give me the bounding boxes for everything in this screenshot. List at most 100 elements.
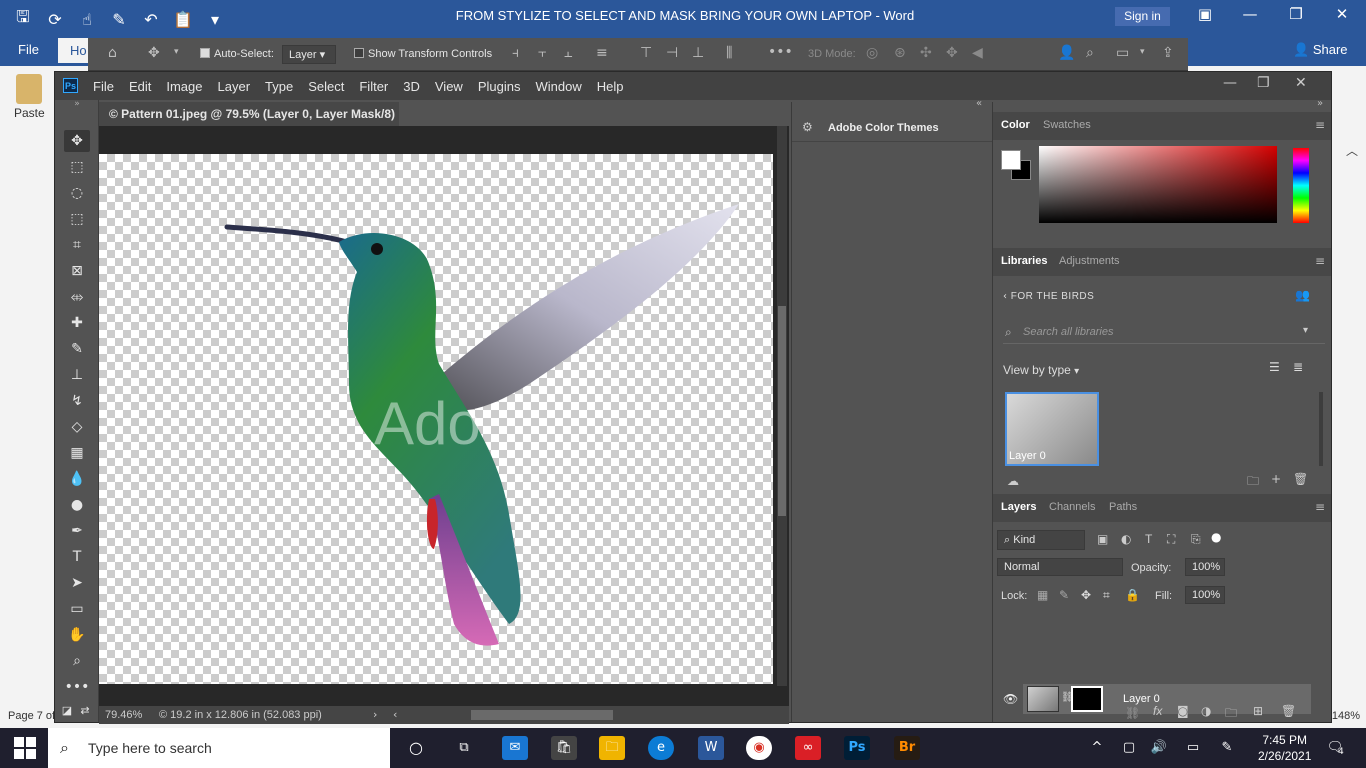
menu-image[interactable]: Image — [166, 79, 202, 94]
list-view-icon[interactable]: ≣ — [1293, 360, 1303, 374]
autosave-icon[interactable]: ⟳ — [44, 10, 66, 29]
paste-icon[interactable] — [16, 74, 42, 104]
align-left-icon[interactable]: ⫞ — [512, 45, 519, 61]
word-icon[interactable]: W — [698, 736, 724, 760]
hue-slider[interactable] — [1293, 148, 1309, 223]
dodge-tool-icon[interactable]: ● — [64, 494, 90, 516]
sign-in-button[interactable]: Sign in — [1115, 7, 1170, 26]
file-tab[interactable]: File — [18, 42, 39, 57]
taskbar-search-box[interactable]: ⌕ Type here to search — [48, 728, 390, 768]
taskbar-clock[interactable]: 7:45 PM 2/26/2021 — [1258, 732, 1311, 764]
canvas[interactable]: Ado — [99, 154, 773, 684]
creative-cloud-icon[interactable]: ∞ — [795, 736, 821, 760]
notifications-icon[interactable]: 🗨 4 — [1322, 736, 1348, 760]
auto-select-checkbox[interactable]: Auto-Select: — [200, 48, 274, 60]
color-panel-menu-icon[interactable]: ≡ — [1315, 118, 1325, 132]
align-center-icon[interactable]: ⫟ — [538, 45, 546, 61]
lock-artboard-icon[interactable]: ⌗ — [1103, 588, 1110, 603]
cloud-sync-icon[interactable]: ☁ — [1007, 474, 1019, 488]
show-transform-check[interactable] — [354, 48, 364, 58]
move-tool-icon[interactable]: ✥ — [64, 130, 90, 152]
close-icon[interactable]: ✕ — [1330, 5, 1354, 23]
lock-transparent-icon[interactable]: ▦ — [1037, 588, 1048, 602]
move-tool-icon[interactable]: ✥ — [148, 45, 160, 61]
view-by-type-dropdown[interactable]: View by type ▾ — [1003, 363, 1079, 377]
collapse-panels-icon[interactable]: « — [976, 98, 982, 109]
menu-view[interactable]: View — [435, 79, 463, 94]
photoshop-taskbar-icon[interactable]: Ps — [844, 736, 870, 760]
tab-color[interactable]: Color — [1001, 119, 1030, 131]
account-icon[interactable]: 👤 — [1058, 45, 1075, 61]
edit-toolbar-icon[interactable]: ••• — [64, 676, 90, 698]
lock-position-icon[interactable]: ✥ — [1081, 588, 1091, 602]
healing-brush-tool-icon[interactable]: ✚ — [64, 312, 90, 334]
volume-icon[interactable]: 🔊 — [1146, 736, 1172, 760]
libraries-panel-menu-icon[interactable]: ≡ — [1315, 254, 1325, 268]
object-select-tool-icon[interactable]: ⬚ — [64, 208, 90, 230]
customize-qat-icon[interactable]: ▾ — [204, 10, 226, 29]
pen-tool-icon[interactable]: ✒ — [64, 520, 90, 542]
swap-colors-icon[interactable]: ⇄ — [77, 700, 93, 722]
library-search-chevron-icon[interactable]: ▾ — [1303, 325, 1308, 336]
layers-panel-menu-icon[interactable]: ≡ — [1315, 500, 1325, 514]
menu-select[interactable]: Select — [308, 79, 344, 94]
edit-icon[interactable]: ✎ — [108, 10, 130, 29]
show-transform-checkbox[interactable]: Show Transform Controls — [354, 48, 492, 60]
minimize-icon[interactable]: — — [1238, 5, 1262, 23]
store-icon[interactable]: 🛍 — [551, 736, 577, 760]
task-view-icon[interactable]: ⧉ — [451, 736, 477, 760]
library-scrollbar[interactable] — [1319, 392, 1323, 466]
clone-stamp-tool-icon[interactable]: ⊥ — [64, 364, 90, 386]
chrome-icon[interactable]: ◉ — [746, 736, 772, 760]
path-selection-tool-icon[interactable]: ➤ — [64, 572, 90, 594]
tool-preset-chevron-icon[interactable]: ▾ — [174, 47, 179, 57]
lock-all-icon[interactable]: 🔒 — [1125, 588, 1140, 602]
blend-mode-dropdown[interactable]: Normal — [997, 558, 1123, 576]
collapse-ribbon-icon[interactable]: ︿ — [1346, 142, 1358, 159]
delete-layer-icon[interactable]: 🗑 — [1281, 704, 1296, 718]
workspace-icon[interactable]: ▭ — [1116, 45, 1129, 61]
blur-tool-icon[interactable]: 💧 — [64, 468, 90, 490]
hand-tool-icon[interactable]: ✋ — [64, 624, 90, 646]
layer-mask-thumbnail[interactable] — [1071, 686, 1103, 712]
layer-row-layer-0[interactable]: ⛓ Layer 0 — [1023, 684, 1311, 714]
file-explorer-icon[interactable]: 🗀 — [599, 736, 625, 760]
menu-type[interactable]: Type — [265, 79, 293, 94]
document-canvas-area[interactable]: Ado — [99, 126, 789, 706]
pen-input-icon[interactable]: ✎ — [1214, 736, 1240, 760]
search-icon[interactable]: ⌕ — [1086, 45, 1094, 61]
type-tool-icon[interactable]: T — [64, 546, 90, 568]
align-bottom-icon[interactable]: ⊥ — [692, 45, 704, 61]
touch-mode-icon[interactable]: ☝ — [76, 10, 98, 29]
tab-channels[interactable]: Channels — [1049, 501, 1095, 513]
workspace-chevron-icon[interactable]: ▾ — [1140, 47, 1145, 57]
filter-smart-object-icon[interactable]: ⎘ — [1191, 532, 1201, 547]
document-tab[interactable]: © Pattern 01.jpeg @ 79.5% (Layer 0, Laye… — [99, 102, 399, 145]
frame-tool-icon[interactable]: ⊠ — [64, 260, 90, 282]
scroll-left-icon[interactable]: ‹ — [393, 708, 397, 721]
add-element-icon[interactable]: + — [1271, 472, 1281, 486]
paste-button-label[interactable]: Paste — [14, 106, 45, 120]
align-middle-icon[interactable]: ⊣ — [666, 45, 678, 61]
menu-filter[interactable]: Filter — [359, 79, 388, 94]
restore-icon[interactable]: ❐ — [1284, 5, 1308, 23]
align-right-icon[interactable]: ⫠ — [564, 45, 572, 61]
gradient-tool-icon[interactable]: ▦ — [64, 442, 90, 464]
menu-file[interactable]: File — [93, 79, 114, 94]
tab-adjustments[interactable]: Adjustments — [1059, 255, 1120, 267]
filter-shape-icon[interactable]: ⛶ — [1167, 532, 1175, 547]
fill-field[interactable]: 100% — [1185, 586, 1225, 604]
foreground-color-swatch[interactable] — [1001, 150, 1021, 170]
edge-icon[interactable]: e — [648, 736, 674, 760]
zoom-level[interactable]: 148% — [1332, 710, 1360, 722]
save-icon[interactable]: 🖫 — [12, 6, 34, 33]
add-mask-icon[interactable]: ◙ — [1177, 704, 1189, 718]
lock-image-icon[interactable]: ✎ — [1059, 588, 1069, 602]
home-icon[interactable]: ⌂ — [108, 45, 117, 61]
menu-edit[interactable]: Edit — [129, 79, 151, 94]
new-layer-icon[interactable]: ⊞ — [1253, 704, 1263, 718]
distribute-icon[interactable]: ≡ — [596, 45, 608, 61]
filter-adjustment-icon[interactable]: ◐ — [1121, 532, 1131, 546]
opacity-field[interactable]: 100% — [1185, 558, 1225, 576]
share-icon[interactable]: ⇪ — [1162, 45, 1174, 61]
